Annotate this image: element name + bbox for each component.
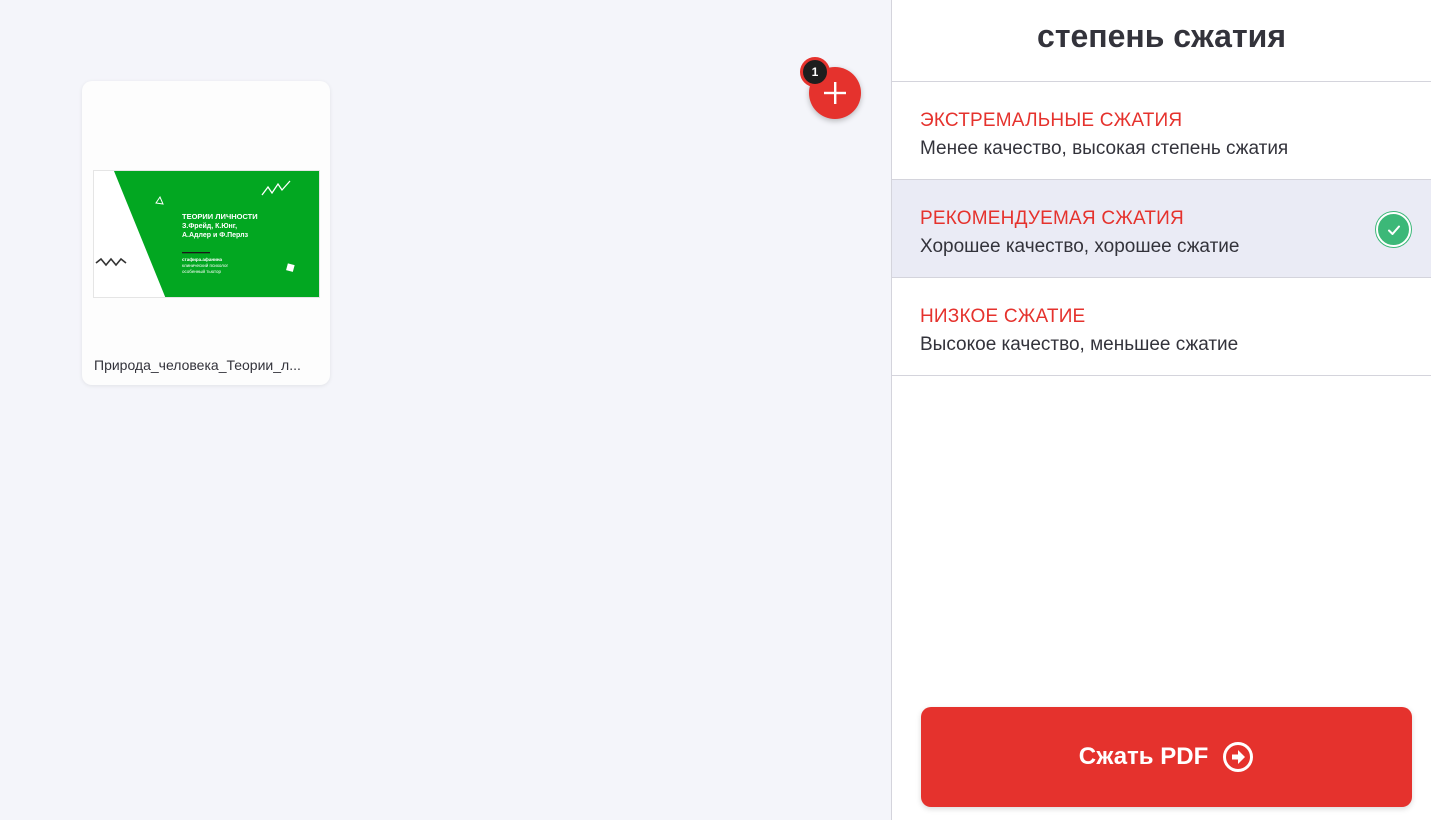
file-thumbnail: ТЕОРИИ ЛИЧНОСТИ З.Фрейд, К.Юнг, А.Адлер … [93, 170, 320, 298]
file-card[interactable]: ТЕОРИИ ЛИЧНОСТИ З.Фрейд, К.Юнг, А.Адлер … [82, 81, 330, 385]
arrow-right-circle-icon [1223, 742, 1254, 772]
slide-sub-1: стафира.афанина [182, 256, 223, 262]
slide-line-3: А.Адлер и Ф.Перлз [182, 232, 249, 239]
option-description: Менее качество, высокая степень сжатия [920, 138, 1289, 159]
plus-icon [824, 82, 846, 104]
option-recommended-compression[interactable]: РЕКОМЕНДУЕМАЯ СЖАТИЯ Хорошее качество, х… [892, 180, 1431, 278]
option-title: РЕКОМЕНДУЕМАЯ СЖАТИЯ [920, 208, 1184, 229]
slide-line-2: З.Фрейд, К.Юнг, [182, 222, 237, 230]
option-extreme-compression[interactable]: ЭКСТРЕМАЛЬНЫЕ СЖАТИЯ Менее качество, выс… [892, 82, 1431, 180]
workspace: ТЕОРИИ ЛИЧНОСТИ З.Фрейд, К.Юнг, А.Адлер … [0, 0, 891, 820]
compress-pdf-button[interactable]: Сжать PDF [921, 707, 1412, 807]
compress-pdf-label: Сжать PDF [1078, 743, 1209, 770]
option-description: Хорошее качество, хорошее сжатие [920, 236, 1240, 257]
option-description: Высокое качество, меньшее сжатие [920, 334, 1239, 355]
slide-sub-2: клинический психолог [182, 262, 228, 268]
option-title: ЭКСТРЕМАЛЬНЫЕ СЖАТИЯ [920, 110, 1183, 131]
option-low-compression[interactable]: НИЗКОЕ СЖАТИЕ Высокое качество, меньшее … [892, 278, 1431, 376]
sidebar-title: степень сжатия [892, 0, 1431, 82]
check-icon [1376, 212, 1411, 247]
file-count-badge: 1 [800, 57, 830, 87]
option-title: НИЗКОЕ СЖАТИЕ [920, 306, 1086, 327]
slide-sub-3: особенный тьютор [182, 268, 221, 274]
slide-preview: ТЕОРИИ ЛИЧНОСТИ З.Фрейд, К.Юнг, А.Адлер … [94, 171, 319, 297]
file-name: Природа_человека_Теории_л... [94, 357, 301, 373]
slide-title: ТЕОРИИ ЛИЧНОСТИ [182, 212, 258, 221]
compression-sidebar: степень сжатия ЭКСТРЕМАЛЬНЫЕ СЖАТИЯ Мене… [891, 0, 1431, 820]
